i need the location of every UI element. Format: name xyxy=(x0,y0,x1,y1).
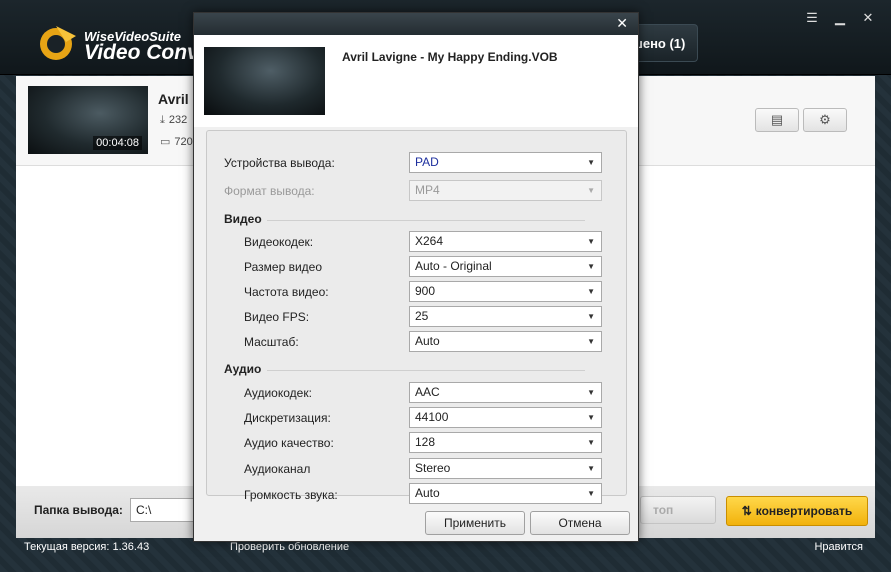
chevron-down-icon: ▼ xyxy=(587,312,595,321)
device-select[interactable]: PAD ▼ xyxy=(409,152,602,173)
version-text: Текущая версия: 1.36.43 xyxy=(24,541,150,553)
device-value: PAD xyxy=(415,155,439,169)
close-icon[interactable]: ✕ xyxy=(616,15,628,32)
chevron-down-icon: ▼ xyxy=(587,388,595,397)
device-label: Устройства вывода: xyxy=(224,156,335,170)
format-value: MP4 xyxy=(415,183,440,197)
chevron-down-icon: ▼ xyxy=(587,438,595,447)
convert-label: конвертировать xyxy=(755,504,853,518)
divider xyxy=(267,220,585,221)
menu-icon[interactable]: ☰ xyxy=(803,10,821,26)
volume-label: Громкость звука: xyxy=(244,488,338,502)
monitor-icon: ▭ xyxy=(160,136,171,148)
convert-icon: ⇅ xyxy=(741,504,752,518)
dialog-file-name: Avril Lavigne - My Happy Ending.VOB xyxy=(342,50,558,64)
video-fps-label: Видео FPS: xyxy=(244,310,310,324)
film-icon: ▤ xyxy=(770,112,784,127)
audio-channel-select[interactable]: Stereo ▼ xyxy=(409,458,602,479)
output-folder-label: Папка вывода: xyxy=(34,503,123,517)
audio-quality-value: 128 xyxy=(415,435,436,449)
like-link[interactable]: Нравится xyxy=(814,541,863,553)
video-codec-label: Видеокодек: xyxy=(244,235,314,249)
volume-value: Auto xyxy=(415,486,440,500)
download-icon: ⤓ xyxy=(160,114,165,126)
output-settings-dialog: ✕ Avril Lavigne - My Happy Ending.VOB Ус… xyxy=(193,12,639,542)
audio-codec-label: Аудиокодек: xyxy=(244,386,312,400)
audio-channel-label: Аудиоканал xyxy=(244,462,311,476)
audio-quality-label: Аудио качество: xyxy=(244,436,334,450)
video-size-value: Auto - Original xyxy=(415,259,492,273)
video-scale-value: Auto xyxy=(415,334,440,348)
format-select: MP4 ▼ xyxy=(409,180,602,201)
video-size-select[interactable]: Auto - Original ▼ xyxy=(409,256,602,277)
minimize-icon[interactable]: ▁ xyxy=(831,10,849,26)
audio-channel-value: Stereo xyxy=(415,461,451,475)
chevron-down-icon: ▼ xyxy=(587,413,595,422)
video-size-label: Размер видео xyxy=(244,260,323,274)
volume-select[interactable]: Auto ▼ xyxy=(409,483,602,504)
chevron-down-icon: ▼ xyxy=(587,464,595,473)
audio-quality-select[interactable]: 128 ▼ xyxy=(409,432,602,453)
brand-title: Video Conve xyxy=(84,41,211,64)
video-duration: 00:04:08 xyxy=(93,136,142,150)
apply-button[interactable]: Применить xyxy=(425,511,525,535)
audio-codec-select[interactable]: AAC ▼ xyxy=(409,382,602,403)
file-resolution: 720 xyxy=(174,136,193,148)
video-bitrate-select[interactable]: 900 ▼ xyxy=(409,281,602,302)
video-thumbnail xyxy=(204,47,325,115)
video-section-title: Видео xyxy=(224,212,262,226)
chevron-down-icon: ▼ xyxy=(587,237,595,246)
video-fps-value: 25 xyxy=(415,309,429,323)
divider xyxy=(267,370,585,371)
file-resolution-meta: ▭ 720 xyxy=(160,135,193,148)
sample-rate-value: 44100 xyxy=(415,410,449,424)
settings-button[interactable]: ⚙ xyxy=(803,108,847,132)
stop-button[interactable]: топ xyxy=(640,496,716,524)
chevron-down-icon: ▼ xyxy=(587,262,595,271)
video-bitrate-label: Частота видео: xyxy=(244,285,329,299)
dialog-header: Avril Lavigne - My Happy Ending.VOB xyxy=(194,35,638,127)
video-bitrate-value: 900 xyxy=(415,284,436,298)
window-controls: ☰ ▁ ✕ xyxy=(803,10,877,26)
settings-panel: Устройства вывода: PAD ▼ Формат вывода: M… xyxy=(206,130,627,504)
gear-icon: ⚙ xyxy=(819,112,831,127)
dialog-titlebar: ✕ xyxy=(194,13,638,35)
video-fps-select[interactable]: 25 ▼ xyxy=(409,306,602,327)
chevron-down-icon: ▼ xyxy=(587,158,595,167)
video-codec-value: X264 xyxy=(415,234,444,248)
video-scale-label: Масштаб: xyxy=(244,335,299,349)
chevron-down-icon: ▼ xyxy=(587,287,595,296)
sample-rate-select[interactable]: 44100 ▼ xyxy=(409,407,602,428)
app-logo-icon xyxy=(40,26,76,60)
video-thumbnail: 00:04:08 xyxy=(28,86,148,154)
format-label: Формат вывода: xyxy=(224,184,315,198)
convert-button[interactable]: ⇅ конвертировать xyxy=(726,496,868,526)
video-codec-select[interactable]: X264 ▼ xyxy=(409,231,602,252)
edit-video-button[interactable]: ▤ xyxy=(755,108,799,132)
chevron-down-icon: ▼ xyxy=(587,186,595,195)
audio-section-title: Аудио xyxy=(224,362,262,376)
output-folder-input[interactable]: C:\ xyxy=(130,498,200,522)
cancel-button[interactable]: Отмена xyxy=(530,511,630,535)
file-size: 232 xyxy=(168,114,188,126)
close-icon[interactable]: ✕ xyxy=(859,10,877,26)
video-scale-select[interactable]: Auto ▼ xyxy=(409,331,602,352)
check-update-link[interactable]: Проверить обновление xyxy=(230,541,349,553)
sample-rate-label: Дискретизация: xyxy=(244,411,331,425)
chevron-down-icon: ▼ xyxy=(587,489,595,498)
file-size-meta: ⤓ 232 xyxy=(160,114,187,127)
audio-codec-value: AAC xyxy=(415,385,440,399)
chevron-down-icon: ▼ xyxy=(587,337,595,346)
